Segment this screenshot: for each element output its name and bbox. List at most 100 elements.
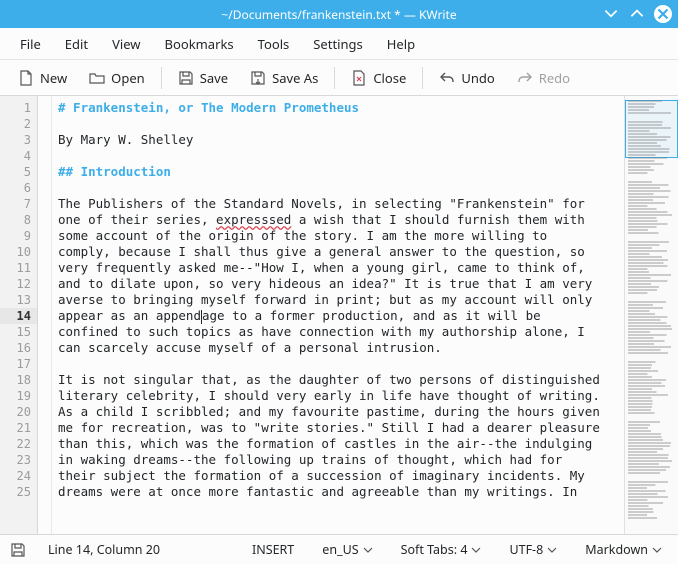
editor-line[interactable]: It is not singular that, as the daughter… [58,372,618,388]
editor-line[interactable]: ## Introduction [58,164,618,180]
text-editor[interactable]: # Frankenstein, or The Modern Prometheus… [52,96,624,534]
minimap-line [628,352,675,354]
editor-line[interactable]: By Mary W. Shelley [58,132,618,148]
minimap-line [628,106,675,108]
editor-line[interactable]: The Publishers of the Standard Novels, i… [58,196,618,212]
line-number[interactable]: 6 [0,180,37,196]
spelling-error[interactable]: expresssed [216,212,291,227]
editor-line[interactable]: me for recreation, was to "write stories… [58,420,618,436]
minimap-line [628,328,675,330]
minimap-line [628,364,675,366]
editor-line[interactable]: As a child I scribbled; and my favourite… [58,404,618,420]
line-number[interactable]: 16 [0,340,37,356]
line-number-gutter[interactable]: 1234567891011121314151617181920212223242… [0,96,38,534]
line-number[interactable]: 14 [0,308,37,324]
window-title: ~/Documents/frankenstein.txt * — KWrite [221,6,456,23]
line-number[interactable]: 10 [0,244,37,260]
editor-line[interactable]: their subject the formation of a success… [58,468,618,484]
save-status-icon[interactable] [10,542,26,558]
line-number[interactable]: 5 [0,164,37,180]
open-button[interactable]: Open [79,64,155,92]
editor-line[interactable]: very frequently asked me--"How I, when a… [58,260,618,276]
editor-line[interactable] [58,356,618,372]
status-syntax[interactable]: Markdown [579,539,668,560]
editor-line[interactable]: can scarcely accuse myself of a personal… [58,340,618,356]
line-number[interactable]: 2 [0,116,37,132]
editor-line[interactable] [58,116,618,132]
editor-line[interactable]: and to dilate upon, so very hideous an i… [58,276,618,292]
status-edit-mode[interactable]: INSERT [246,539,300,560]
editor-line[interactable]: dreams were at once more fantastic and a… [58,484,618,500]
status-language[interactable]: en_US [316,539,378,560]
maximize-button[interactable] [628,5,646,23]
line-number[interactable]: 19 [0,388,37,404]
line-number[interactable]: 7 [0,196,37,212]
status-indent[interactable]: Soft Tabs: 4 [395,539,488,560]
line-number[interactable]: 11 [0,260,37,276]
line-number[interactable]: 4 [0,148,37,164]
minimap-line [628,133,675,135]
minimize-button[interactable] [602,5,620,23]
menu-help[interactable]: Help [375,29,427,59]
menu-edit[interactable]: Edit [53,29,100,59]
saveas-button[interactable]: Save As [240,64,328,92]
line-number[interactable]: 18 [0,372,37,388]
undo-button[interactable]: Undo [429,64,504,92]
editor-line[interactable]: confined to such topics as have connecti… [58,324,618,340]
editor-line[interactable]: one of their series, expresssed a wish t… [58,212,618,228]
minimap-line [628,394,675,396]
editor-line[interactable]: in waking dreams--the following up train… [58,452,618,468]
line-number[interactable]: 3 [0,132,37,148]
line-number[interactable]: 24 [0,468,37,484]
menu-tools[interactable]: Tools [246,29,302,59]
line-number[interactable]: 22 [0,436,37,452]
minimap-line [628,424,675,426]
minimap-line [628,430,675,432]
menu-file[interactable]: File [8,29,53,59]
menu-bookmarks[interactable]: Bookmarks [153,29,246,59]
line-number[interactable]: 20 [0,404,37,420]
editor-line[interactable]: literary celebrity, I should very early … [58,388,618,404]
minimap-line [628,367,675,369]
minimap-line [628,439,675,441]
minimap-line [628,259,675,261]
redo-button[interactable]: Redo [507,64,580,92]
status-encoding[interactable]: UTF-8 [503,539,563,560]
editor-line[interactable]: appear as an appendage to a former produ… [58,308,618,324]
line-number[interactable]: 13 [0,292,37,308]
minimap-line [628,112,675,114]
minimap-line [628,373,675,375]
editor-line[interactable]: some account of the origin of the story.… [58,228,618,244]
close-button[interactable]: Close [341,64,416,92]
editor-line[interactable]: # Frankenstein, or The Modern Prometheus [58,100,618,116]
menu-settings[interactable]: Settings [301,29,374,59]
chevron-down-icon [547,545,557,555]
new-button[interactable]: New [8,64,77,92]
line-number[interactable]: 12 [0,276,37,292]
line-number[interactable]: 1 [0,100,37,116]
minimap-line [628,484,675,486]
minimap-line [628,292,675,294]
line-number[interactable]: 23 [0,452,37,468]
editor-line[interactable]: than this, which was the formation of ca… [58,436,618,452]
editor-line[interactable] [58,148,618,164]
minimap[interactable] [624,96,678,534]
line-number[interactable]: 8 [0,212,37,228]
minimap-line [628,151,675,153]
line-number[interactable]: 15 [0,324,37,340]
minimap-line [628,262,675,264]
editor-line[interactable]: averse to bringing myself forward in pri… [58,292,618,308]
menu-view[interactable]: View [100,29,152,59]
minimap-line [628,220,675,222]
editor-line[interactable]: comply, because I shall thus give a gene… [58,244,618,260]
line-number[interactable]: 21 [0,420,37,436]
close-window-button[interactable] [654,5,672,23]
line-number[interactable]: 25 [0,484,37,500]
status-cursor-pos[interactable]: Line 14, Column 20 [42,539,166,560]
fold-bar[interactable] [38,96,52,534]
save-button[interactable]: Save [168,64,238,92]
editor-line[interactable] [58,180,618,196]
line-number[interactable]: 17 [0,356,37,372]
minimap-line [628,136,675,138]
line-number[interactable]: 9 [0,228,37,244]
